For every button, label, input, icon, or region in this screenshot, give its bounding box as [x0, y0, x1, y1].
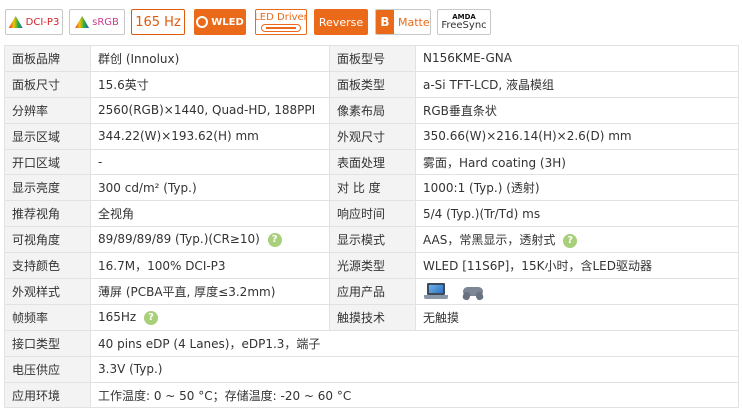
spec-value-cell: 89/89/89/89 (Typ.)(CR≥10) ?	[90, 226, 330, 254]
spec-label: 显示亮度	[4, 174, 91, 202]
color-gamut-triangle-icon	[75, 16, 90, 28]
spec-row: 显示区域 344.22(W)×193.62(H) mm 外观尺寸 350.66(…	[4, 122, 739, 150]
spec-value: a-Si TFT-LCD, 液晶模组	[415, 70, 739, 98]
spec-label: 面板品牌	[4, 45, 91, 72]
spec-label: 显示区域	[4, 122, 91, 150]
spec-label: 帧频率	[4, 303, 91, 331]
feature-badges: DCI-P3 sRGB 165 Hz WLED LED Driver Rever…	[0, 0, 742, 44]
spec-value: 全视角	[90, 200, 330, 228]
spec-label: 响应时间	[329, 200, 416, 228]
spec-value: 16.7M，100% DCI-P3	[90, 252, 330, 280]
color-gamut-triangle-icon	[8, 16, 23, 28]
spec-value: 344.22(W)×193.62(H) mm	[90, 122, 330, 150]
spec-value: RGB垂直条状	[415, 96, 739, 124]
spec-row: 接口类型 40 pins eDP (4 Lanes)，eDP1.3，端子	[4, 329, 739, 357]
spec-value: 40 pins eDP (4 Lanes)，eDP1.3，端子	[90, 329, 739, 357]
spec-value-cell: AAS，常黑显示，透射式 ?	[415, 226, 739, 254]
spec-value: 350.66(W)×216.14(H)×2.6(D) mm	[415, 122, 739, 150]
spec-value: 165Hz	[98, 310, 137, 325]
spec-row: 面板尺寸 15.6英寸 面板类型 a-Si TFT-LCD, 液晶模组	[4, 70, 739, 98]
spec-value: -	[90, 148, 330, 176]
spec-label: 外观尺寸	[329, 122, 416, 150]
spec-label: 表面处理	[329, 148, 416, 176]
spec-label: 接口类型	[4, 329, 91, 357]
dci-p3-badge: DCI-P3	[5, 9, 63, 35]
spec-label: 可视角度	[4, 226, 91, 254]
spec-row: 开口区域 - 表面处理 雾面，Hard coating (3H)	[4, 148, 739, 176]
spec-label: 像素布局	[329, 96, 416, 124]
srgb-badge: sRGB	[69, 9, 125, 35]
spec-label: 应用环境	[4, 381, 91, 409]
spec-value: 工作温度: 0 ~ 50 °C；存储温度: -20 ~ 60 °C	[90, 381, 739, 409]
spec-row: 推荐视角 全视角 响应时间 5/4 (Typ.)(Tr/Td) ms	[4, 200, 739, 228]
spec-row: 分辨率 2560(RGB)×1440, Quad-HD, 188PPI 像素布局…	[4, 96, 739, 124]
spec-value: 2560(RGB)×1440, Quad-HD, 188PPI	[90, 96, 330, 124]
spec-label: 外观样式	[4, 278, 91, 305]
spec-label: 推荐视角	[4, 200, 91, 228]
spec-value: 89/89/89/89 (Typ.)(CR≥10)	[98, 232, 260, 247]
freesync-badge: AMDA FreeSync	[437, 9, 491, 35]
help-circle-icon[interactable]: ?	[267, 232, 282, 247]
gamepad-icon[interactable]	[461, 282, 485, 302]
spec-value: AAS，常黑显示，透射式	[423, 233, 556, 248]
spec-row: 显示亮度 300 cd/m² (Typ.) 对 比 度 1000:1 (Typ.…	[4, 174, 739, 202]
spec-label: 应用产品	[329, 278, 416, 305]
spec-value: 5/4 (Typ.)(Tr/Td) ms	[415, 200, 739, 228]
spec-value: 15.6英寸	[90, 70, 330, 98]
spec-label: 对 比 度	[329, 174, 416, 202]
spec-value: N156KME-GNA	[415, 45, 739, 72]
led-driver-badge: LED Driver	[255, 9, 307, 35]
refresh-rate-badge: 165 Hz	[131, 9, 185, 35]
spec-label: 支持颜色	[4, 252, 91, 280]
spec-label: 面板尺寸	[4, 70, 91, 98]
spec-value: 雾面，Hard coating (3H)	[415, 148, 739, 176]
spec-value-cell: 165Hz ?	[90, 303, 330, 331]
spec-row: 外观样式 薄屏 (PCBA平直, 厚度≤3.2mm) 应用产品	[4, 278, 739, 305]
spec-value: 群创 (Innolux)	[90, 45, 330, 72]
spec-row: 支持颜色 16.7M，100% DCI-P3 光源类型 WLED [11S6P]…	[4, 252, 739, 280]
spec-value: 3.3V (Typ.)	[90, 355, 739, 383]
spec-label: 开口区域	[4, 148, 91, 176]
spec-row: 面板品牌 群创 (Innolux) 面板型号 N156KME-GNA	[4, 45, 739, 72]
spec-label: 显示模式	[329, 226, 416, 254]
bulb-icon	[196, 16, 209, 28]
application-products	[415, 278, 739, 305]
spec-value: 薄屏 (PCBA平直, 厚度≤3.2mm)	[90, 278, 330, 305]
led-strip-icon	[261, 24, 301, 32]
spec-value: 300 cd/m² (Typ.)	[90, 174, 330, 202]
spec-row: 应用环境 工作温度: 0 ~ 50 °C；存储温度: -20 ~ 60 °C	[4, 381, 739, 409]
spec-value: 1000:1 (Typ.) (透射)	[415, 174, 739, 202]
spec-row: 电压供应 3.3V (Typ.)	[4, 355, 739, 383]
wled-badge: WLED	[194, 9, 246, 35]
spec-value: 无触摸	[415, 303, 739, 331]
spec-table: 面板品牌 群创 (Innolux) 面板型号 N156KME-GNA 面板尺寸 …	[4, 45, 739, 409]
spec-row: 可视角度 89/89/89/89 (Typ.)(CR≥10) ? 显示模式 AA…	[4, 226, 739, 254]
reverse-badge: Reverse	[314, 9, 368, 35]
spec-label: 电压供应	[4, 355, 91, 383]
spec-row: 帧频率 165Hz ? 触摸技术 无触摸	[4, 303, 739, 331]
spec-value: WLED [11S6P]，15K小时，含LED驱动器	[415, 252, 739, 280]
help-circle-icon[interactable]: ?	[563, 233, 578, 248]
spec-label: 分辨率	[4, 96, 91, 124]
matte-badge: B Matte	[375, 9, 431, 35]
spec-label: 触摸技术	[329, 303, 416, 331]
spec-label: 面板型号	[329, 45, 416, 72]
spec-label: 面板类型	[329, 70, 416, 98]
help-circle-icon[interactable]: ?	[144, 310, 159, 325]
laptop-icon[interactable]	[423, 282, 449, 300]
spec-label: 光源类型	[329, 252, 416, 280]
